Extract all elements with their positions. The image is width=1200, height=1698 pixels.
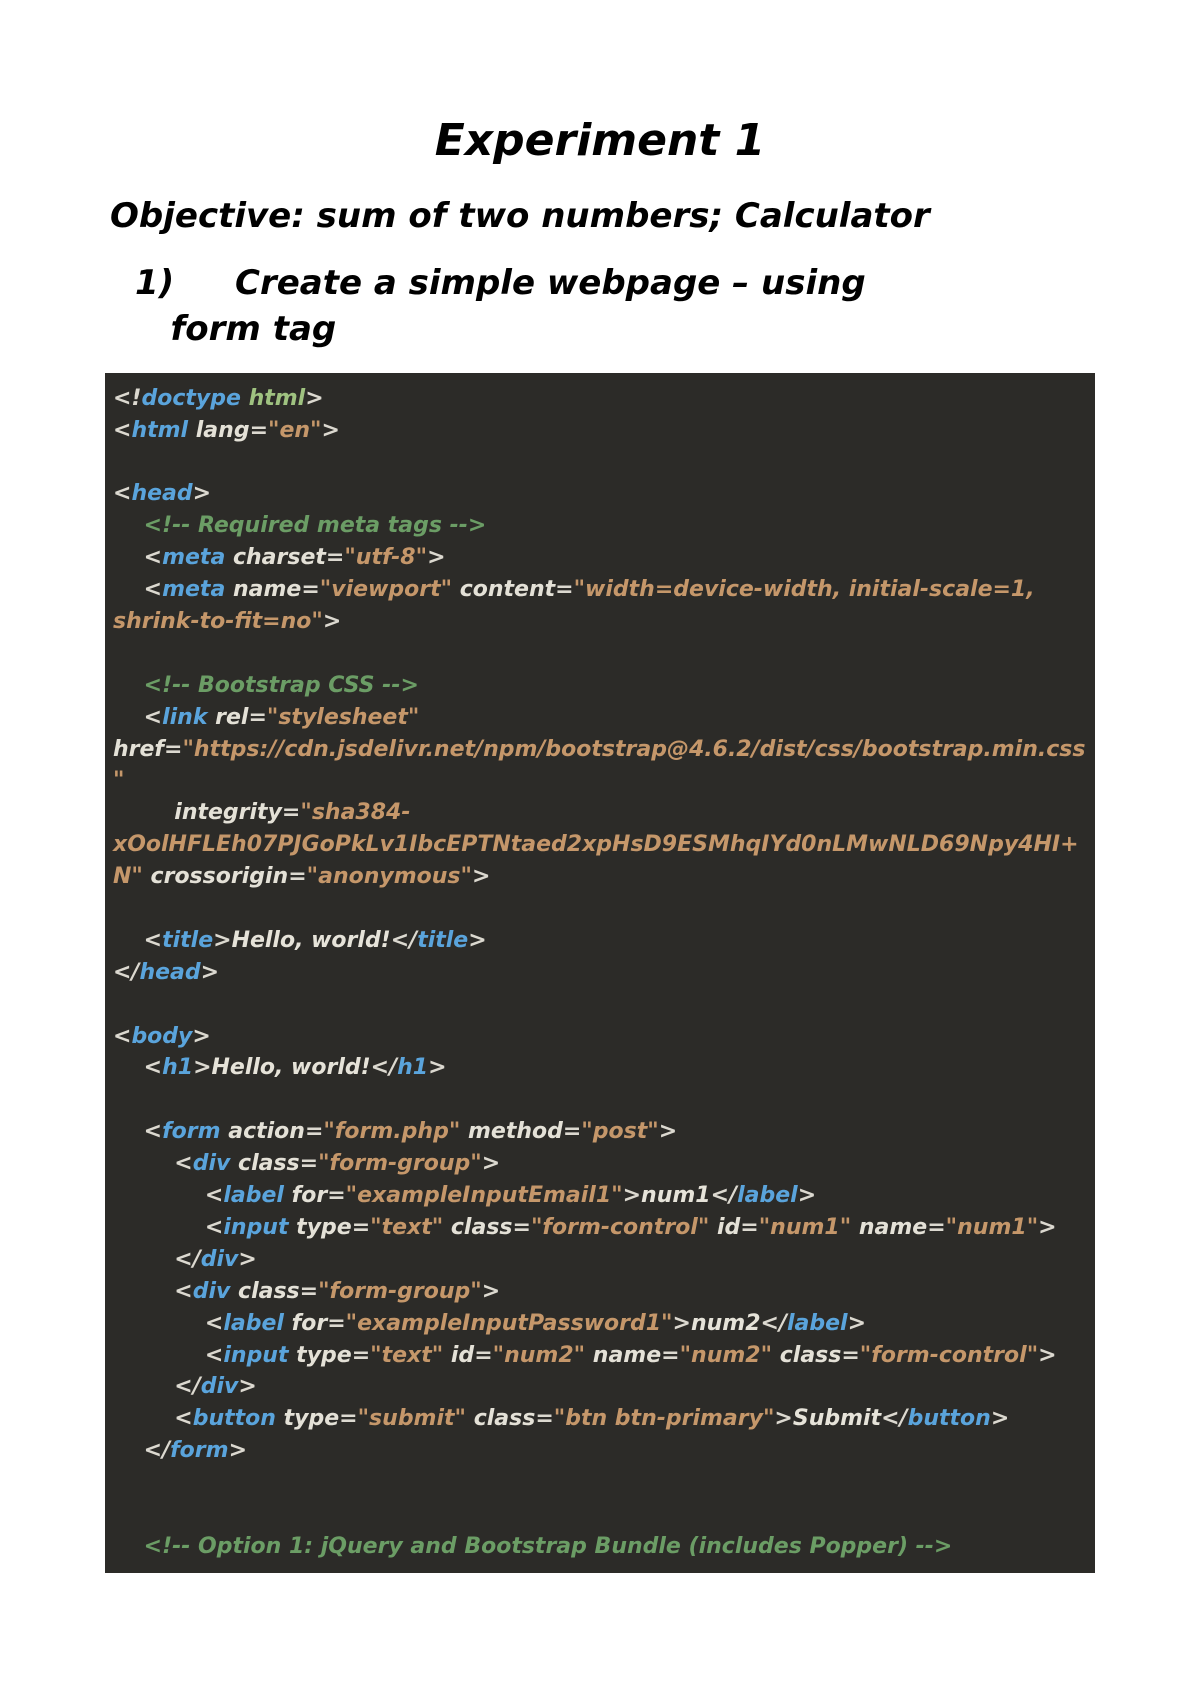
objective-heading: Objective: sum of two numbers; Calculato… <box>110 196 1100 236</box>
step-number: 1) <box>135 261 235 307</box>
code-block: <!doctype html> <html lang="en"> <head> … <box>105 373 1095 1573</box>
page-title: Experiment 1 <box>100 115 1100 166</box>
step-text-1: Create a simple webpage – using <box>235 263 866 303</box>
step-text-2: form tag <box>171 309 337 349</box>
step-heading: 1)Create a simple webpage – using form t… <box>135 261 1100 353</box>
